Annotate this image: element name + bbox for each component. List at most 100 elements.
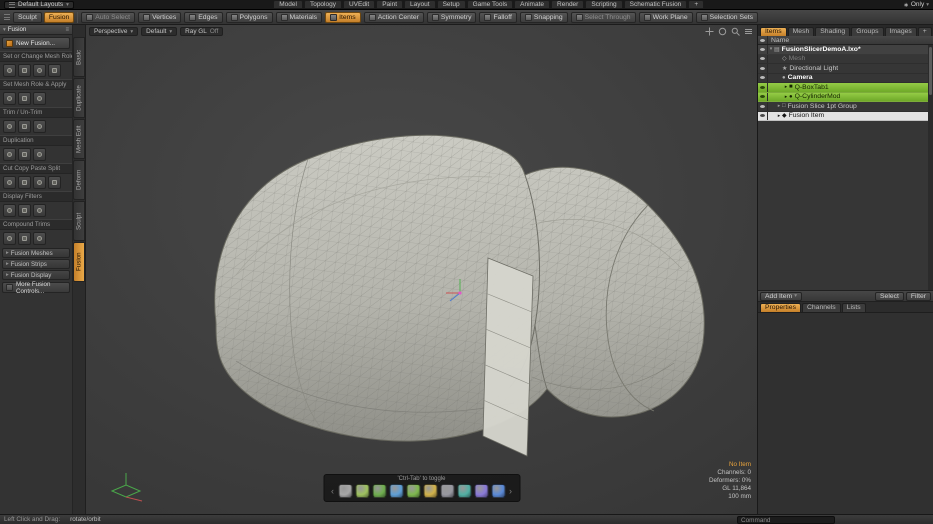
layout-tab[interactable]: + [688, 0, 704, 9]
show-all-icon[interactable] [3, 204, 16, 217]
toolbar-button[interactable]: Snapping [520, 12, 568, 23]
toolbar-button[interactable]: Edges [184, 12, 222, 23]
cut-icon[interactable] [3, 176, 16, 189]
tree-row[interactable]: ▸ ● Q-CylinderMod [758, 93, 933, 103]
layout-tab[interactable]: Model [273, 0, 303, 9]
chevron-right-icon[interactable]: › [508, 487, 513, 496]
toolbox-tab[interactable]: Mesh Edit [73, 119, 85, 159]
role-primary-icon[interactable] [3, 64, 16, 77]
only-menu-button[interactable]: ∗ Only ▾ [903, 1, 929, 9]
duplicate-icon[interactable] [3, 148, 16, 161]
move-mode-icon[interactable] [355, 484, 369, 498]
orbit-icon[interactable] [718, 27, 727, 36]
toolbar-button[interactable]: Symmetry [427, 12, 477, 23]
visibility-eye-icon[interactable] [758, 83, 768, 92]
right-panel-tab[interactable]: + [918, 27, 932, 36]
more-fusion-controls-button[interactable]: More Fusion Controls... [2, 282, 70, 293]
select-mode-icon[interactable] [338, 484, 352, 498]
compound-clear-icon[interactable] [33, 232, 46, 245]
new-fusion-button[interactable]: New Fusion... [2, 37, 70, 49]
visibility-eye-icon[interactable] [758, 55, 768, 64]
visibility-eye-icon[interactable] [758, 112, 768, 121]
toolbar-button[interactable]: Vertices [138, 12, 181, 23]
show-sources-icon[interactable] [33, 204, 46, 217]
filter-button[interactable]: Filter [906, 292, 931, 301]
layout-tab[interactable]: Paint [376, 0, 403, 9]
tree-row[interactable]: ▾ ▤ FusionSlicerDemoA.lxo* [758, 45, 933, 55]
chevron-left-icon[interactable]: ‹ [330, 487, 335, 496]
disc-mode-icon[interactable] [457, 484, 471, 498]
properties-tab[interactable]: Properties [760, 303, 801, 312]
instance-icon[interactable] [18, 148, 31, 161]
toolbox-tab[interactable]: Duplicate [73, 78, 85, 118]
collapsed-section-header[interactable]: ▸ Fusion Display [2, 270, 70, 280]
duplicate-mode-icon[interactable] [372, 484, 386, 498]
visibility-eye-icon[interactable] [758, 93, 768, 102]
toolbox-tab[interactable]: Basic [73, 37, 85, 77]
toolbar-menu-icon[interactable] [4, 14, 10, 20]
layout-tab[interactable]: UVEdit [343, 0, 375, 9]
properties-tab[interactable]: Lists [842, 303, 866, 312]
toolbox-tab[interactable]: Sculpt [73, 201, 85, 241]
tree-row[interactable]: ★ Directional Light [758, 64, 933, 74]
right-panel-tab[interactable]: Mesh [788, 27, 815, 36]
select-button[interactable]: Select [875, 292, 904, 301]
collapsed-section-header[interactable]: ▸ Fusion Meshes [2, 248, 70, 258]
toolbar-button[interactable]: Selection Sets [696, 12, 758, 23]
right-panel-tab[interactable]: Items [760, 27, 787, 36]
right-panel-tab[interactable]: Images [885, 27, 917, 36]
viewport-menu-icon[interactable] [744, 27, 753, 36]
mirror-icon[interactable] [33, 148, 46, 161]
pan-icon[interactable] [705, 27, 714, 36]
toolbar-button[interactable]: Materials [276, 12, 323, 23]
toolbar-button[interactable]: Falloff [479, 12, 516, 23]
tree-row[interactable]: ◇ Mesh [758, 55, 933, 65]
box-mode-icon[interactable] [474, 484, 488, 498]
untrim-icon[interactable] [18, 120, 31, 133]
layout-tab[interactable]: Render [551, 0, 584, 9]
visibility-eye-icon[interactable] [758, 74, 768, 83]
copy-icon[interactable] [18, 176, 31, 189]
add-item-button[interactable]: Add Item ▾ [760, 292, 802, 301]
trim-icon[interactable] [3, 120, 16, 133]
role-sub-icon[interactable] [33, 64, 46, 77]
tree-row[interactable]: ▸ ■ Q-BoxTab1 [758, 83, 933, 93]
collapsed-section-header[interactable]: ▸ Fusion Strips [2, 259, 70, 269]
role-trim-icon[interactable] [18, 64, 31, 77]
cube-mode-icon[interactable] [440, 484, 454, 498]
compound-add-icon[interactable] [3, 232, 16, 245]
tree-row[interactable]: ● Camera [758, 74, 933, 84]
visibility-eye-icon[interactable] [758, 102, 768, 111]
compound-subtract-icon[interactable] [18, 232, 31, 245]
mirror-mode-icon[interactable] [389, 484, 403, 498]
raygl-toggle[interactable]: Ray GL Off [180, 27, 223, 36]
visibility-eye-icon[interactable] [758, 64, 768, 73]
layout-menu-button[interactable]: Default Layouts ▾ [4, 1, 74, 9]
zoom-icon[interactable] [731, 27, 740, 36]
apply-primary-icon[interactable] [3, 92, 16, 105]
toolbox-tab[interactable]: Deform [73, 160, 85, 200]
layout-tab[interactable]: Scripting [585, 0, 622, 9]
right-panel-tab[interactable]: Groups [851, 27, 883, 36]
layout-tab[interactable]: Game Tools [467, 0, 514, 9]
apply-trim-icon[interactable] [18, 92, 31, 105]
toolbar-button[interactable]: Items [325, 12, 361, 23]
apply-mode-icon[interactable] [406, 484, 420, 498]
tree-row[interactable]: ▸ ◆ Fusion Item [758, 112, 933, 122]
layout-tab[interactable]: Animate [514, 0, 550, 9]
right-panel-tab[interactable]: Shading [815, 27, 850, 36]
visibility-eye-icon[interactable] [758, 45, 768, 54]
toolbar-button[interactable]: Action Center [364, 12, 424, 23]
shading-mode-dropdown[interactable]: Default ▾ [141, 27, 177, 36]
toolbar-button[interactable]: Select Through [571, 12, 636, 23]
properties-tab[interactable]: Channels [802, 303, 841, 312]
tree-row[interactable]: ▸ □ Fusion Slice 1pt Group [758, 102, 933, 112]
toolbox-tab[interactable]: Fusion [73, 242, 85, 282]
viewport-canvas[interactable] [86, 25, 757, 514]
tree-scrollbar[interactable] [928, 45, 933, 290]
panel-menu-icon[interactable]: ≡ [65, 27, 69, 33]
toolbar-button[interactable]: Work Plane [639, 12, 693, 23]
toggle-trim-icon[interactable] [33, 120, 46, 133]
layout-tab[interactable]: Setup [437, 0, 466, 9]
paste-icon[interactable] [33, 176, 46, 189]
